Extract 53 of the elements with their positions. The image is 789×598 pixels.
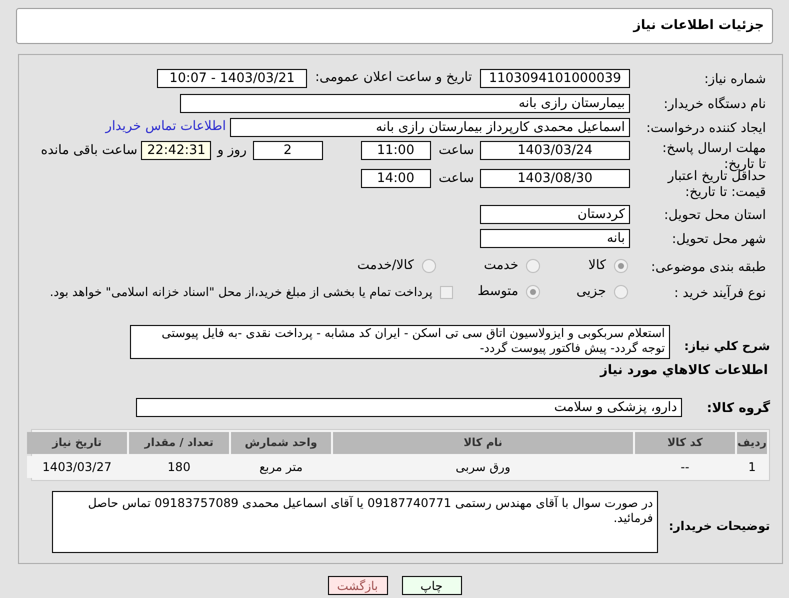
text-field[interactable]: بانه (480, 228, 630, 248)
radio-label: خدمت (484, 257, 518, 276)
field-label: نوع فرآیند خرید : (674, 286, 766, 301)
field-label: طبقه بندی موضوعی: (650, 260, 766, 275)
field-label: نام دستگاه خریدار: (664, 97, 766, 112)
field-label: گروه کالا: (706, 401, 770, 416)
text-field[interactable]: بیمارستان رازی بانه (180, 94, 630, 112)
radio-button[interactable] (614, 285, 628, 299)
text-field[interactable]: 2 (252, 141, 323, 160)
field-label: ایجاد کننده درخواست: (646, 121, 766, 136)
text-field[interactable]: اسماعیل محمدی کارپرداز بیمارستان رازی بانه (230, 118, 630, 136)
buyer-contact-link[interactable]: اطلاعات تماس خریدار (106, 117, 226, 137)
checkbox[interactable] (440, 286, 454, 298)
column-header: نام کالا (333, 432, 633, 454)
radio-label: جزیی (576, 283, 606, 302)
field-label: تاریخ و ساعت اعلان عمومی: (315, 69, 472, 88)
field-label: روز و (217, 142, 247, 160)
radio-label: متوسط (477, 283, 518, 302)
back-button[interactable]: بازگشت (328, 576, 388, 595)
section-title: اطلاعات کالاهاي مورد نياز (600, 362, 768, 380)
field-label: توضیحات خریدار: (668, 519, 770, 533)
text-field[interactable]: 1403/08/30 (480, 169, 630, 188)
description-textarea[interactable]: استعلام سربکوبی و ایزولاسیون اتاق سی تی اسکن - ایران کد مشابه - پرداخت نقدی -به فایل پیوستی توجه گردد- پیش فاکتور پیوست گردد- (130, 325, 670, 359)
radio-button[interactable] (526, 259, 540, 273)
field-label: ساعت (438, 142, 474, 160)
text-field[interactable]: 1403/03/24 (480, 141, 630, 160)
field-label: شرح کلي نياز: (684, 339, 770, 353)
text-field[interactable]: دارو، پزشکی و سلامت (136, 398, 682, 416)
column-header: ردیف (737, 432, 767, 454)
field-label: شماره نیاز: (704, 72, 766, 87)
radio-label: کالا (588, 257, 606, 276)
checkbox-label: پرداخت تمام یا بخشی از مبلغ خرید،از محل "اسناد خزانه اسلامی" خواهد بود. (50, 284, 432, 301)
column-header: کد کالا (635, 432, 735, 454)
radio-button[interactable] (614, 259, 628, 273)
field-label: استان محل تحویل: (664, 208, 766, 223)
radio-button[interactable] (526, 285, 540, 299)
print-button[interactable]: چاپ (402, 576, 462, 595)
text-field[interactable]: 11:00 (360, 141, 431, 160)
column-header: واحد شمارش (231, 432, 331, 454)
field-label: ساعت باقی مانده (40, 142, 138, 160)
column-header: تاریخ نیاز (27, 432, 127, 454)
buyer-notes-textarea[interactable]: در صورت سوال با آقای مهندس رستمی 09187740771 یا آقای اسماعیل محمدی 09183757089 تماس حاصل فرمائید. (52, 491, 658, 553)
field-label: شهر محل تحویل: (672, 232, 766, 247)
text-field[interactable]: 22:42:31 (141, 141, 212, 160)
page-title: جزئیات اطلاعات نیاز (633, 17, 764, 36)
text-field[interactable]: 1403/03/21 - 10:07 (157, 68, 308, 88)
text-field[interactable]: کردستان (480, 204, 630, 224)
text-field[interactable]: 14:00 (360, 169, 431, 188)
column-header: تعداد / مقدار (129, 432, 229, 454)
radio-label: کالا/خدمت (357, 257, 414, 276)
field-label: ساعت (438, 170, 474, 188)
radio-button[interactable] (422, 259, 436, 273)
text-field[interactable]: 1103094101000039 (480, 68, 630, 88)
